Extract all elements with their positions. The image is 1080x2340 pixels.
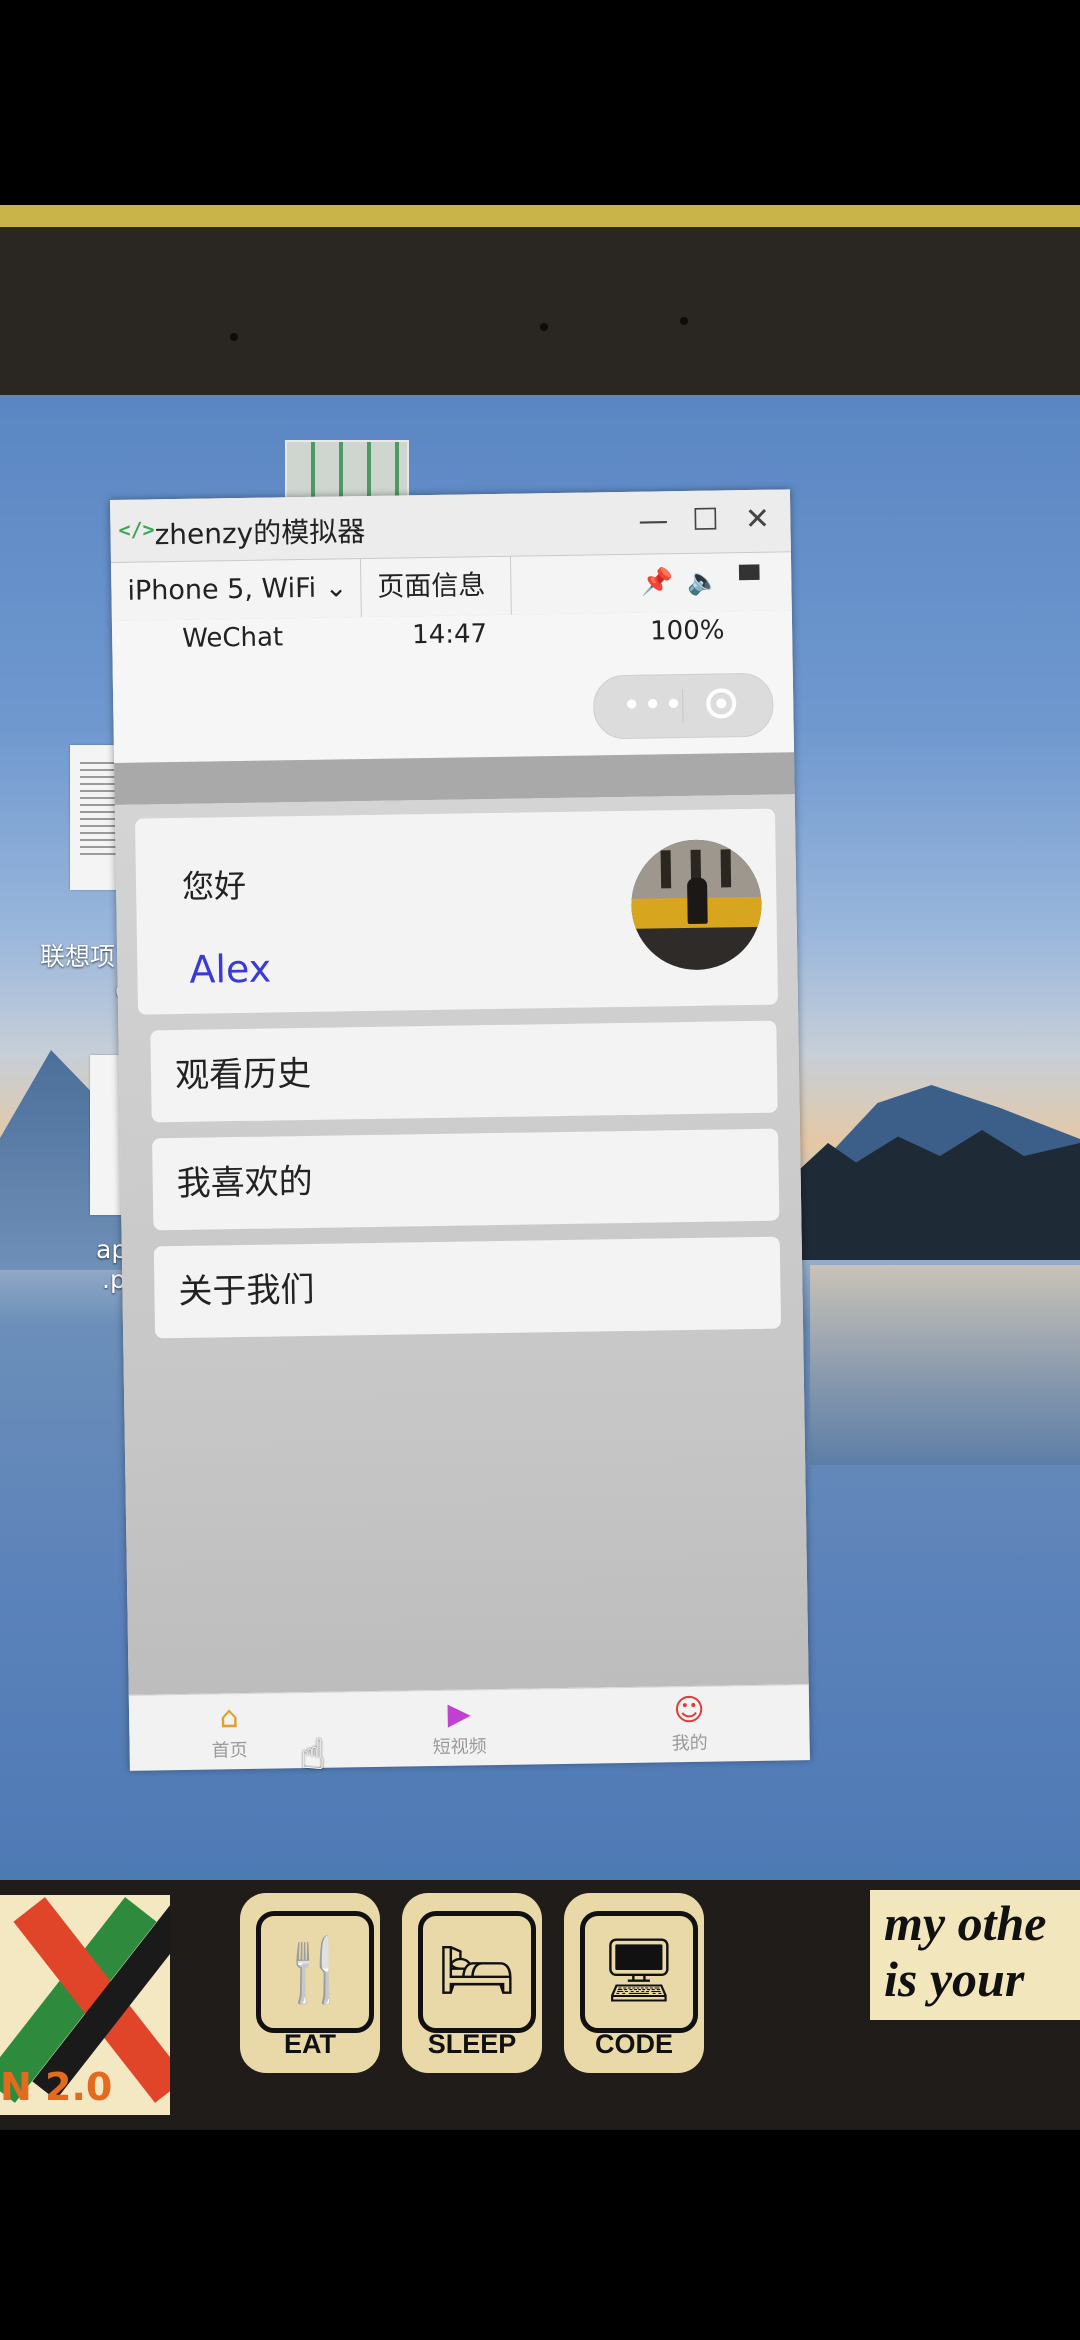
sensor-dot — [230, 333, 238, 341]
motto-line: my othe — [884, 1895, 1047, 1951]
tab-label: 短视频 — [432, 1736, 487, 1759]
sticker-version: N 2.0 — [0, 2065, 113, 2109]
maximize-button[interactable]: ☐ — [680, 498, 731, 543]
tab-short-video[interactable]: ▶ 短视频 — [399, 1696, 520, 1760]
menu-item-watch-history[interactable]: 观看历史 — [150, 1020, 778, 1123]
home-icon: ⌂ — [219, 1700, 239, 1736]
user-name: Alex — [189, 946, 272, 992]
tab-profile[interactable]: ☺ 我的 — [629, 1692, 750, 1756]
pin-icon[interactable]: 📌 — [639, 564, 676, 601]
volume-icon[interactable]: 🔈 — [685, 563, 722, 600]
chevron-down-icon: ⌄ — [324, 572, 348, 604]
fork-knife-icon: 🍴 — [276, 1933, 354, 2006]
motto-sticker: my othe is your — [870, 1890, 1080, 2020]
window-titlebar[interactable]: </> zhenzy的模拟器 — ☐ ✕ — [110, 489, 791, 562]
device-select[interactable]: iPhone 5, WiFi ⌄ — [110, 559, 362, 621]
eat-badge: 🍴 EAT — [240, 1893, 380, 2073]
profile-icon: ☺ — [673, 1692, 705, 1729]
device-select-value: iPhone 5, WiFi — [127, 572, 317, 607]
more-icon[interactable]: ••• — [622, 685, 685, 724]
sleep-label: SLEEP — [427, 2029, 517, 2059]
minimize-button[interactable]: — — [628, 499, 679, 544]
tab-label: 首页 — [211, 1739, 248, 1762]
user-card[interactable]: 您好 Alex — [135, 808, 779, 1015]
window-icon[interactable]: ▀ — [731, 563, 768, 600]
menu-item-favorites[interactable]: 我喜欢的 — [152, 1128, 780, 1231]
avatar[interactable] — [630, 838, 763, 971]
close-button[interactable]: ✕ — [732, 497, 783, 542]
code-label: CODE — [594, 2029, 673, 2059]
page-content: 您好 Alex 观看历史 我喜欢的 关于我们 — [114, 794, 809, 1695]
wallpaper-lake — [810, 1265, 1080, 1465]
battery-level: 100% — [649, 615, 725, 647]
eat-sleep-code-sticker: 🍴 EAT 🛏 SLEEP 🖥 CODE — [230, 1885, 720, 2075]
page-info-select-value: 页面信息 — [377, 570, 486, 603]
bed-icon: 🛏 — [437, 1933, 517, 2006]
computer-icon: 🖥 — [599, 1933, 679, 2006]
sensor-dot — [680, 317, 688, 325]
miniprogram-navbar: ••• — [112, 652, 795, 763]
sleep-badge: 🛏 SLEEP — [402, 1893, 542, 2073]
menu-item-about-us[interactable]: 关于我们 — [153, 1236, 782, 1339]
sensor-dot — [540, 323, 548, 331]
tab-home[interactable]: ⌂ 首页 — [169, 1699, 290, 1763]
page-info-select[interactable]: 页面信息 ⌄ — [360, 556, 512, 661]
status-time: 14:47 — [411, 619, 488, 651]
x-logo-sticker: N 2.0 — [0, 1895, 170, 2115]
motto-line: is your — [884, 1951, 1025, 2007]
greeting-text: 您好 — [181, 866, 247, 906]
simulator-window: </> zhenzy的模拟器 — ☐ ✕ iPhone 5, WiFi ⌄ 页面… — [110, 489, 810, 1771]
devtools-logo-icon: </> — [118, 517, 155, 542]
tab-bar: ⌂ 首页 ▶ 短视频 ☺ 我的 — [128, 1684, 810, 1771]
carrier-label: WeChat — [181, 622, 284, 654]
video-icon: ▶ — [447, 1696, 471, 1732]
code-badge: 🖥 CODE — [564, 1893, 704, 2073]
hand-cursor-icon: ☝ — [300, 1730, 326, 1779]
close-miniprogram-icon[interactable] — [706, 688, 737, 719]
capsule-menu: ••• — [592, 672, 774, 740]
eat-label: EAT — [284, 2029, 336, 2059]
tab-label: 我的 — [671, 1732, 708, 1755]
window-title: zhenzy的模拟器 — [154, 514, 366, 552]
